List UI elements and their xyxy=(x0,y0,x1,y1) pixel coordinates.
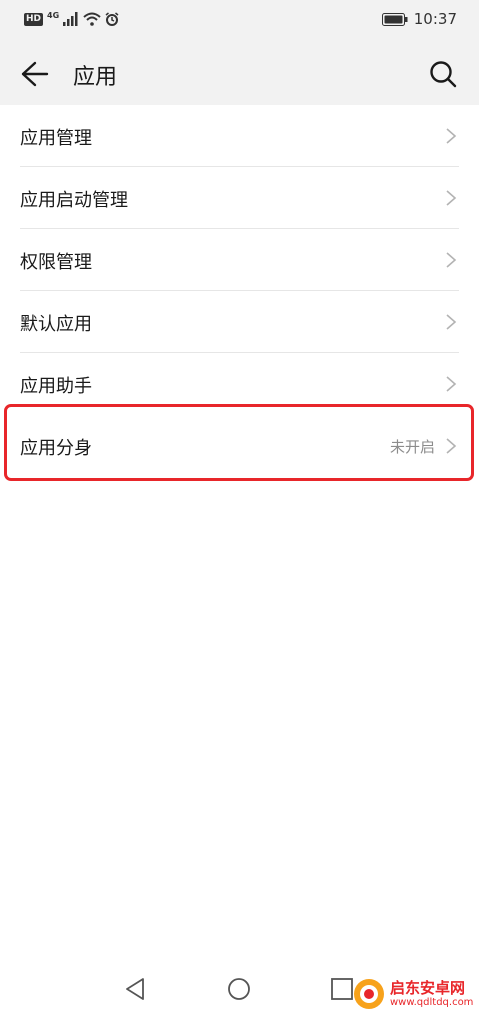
nav-back-button[interactable] xyxy=(121,974,151,1004)
app-bar: 应用 xyxy=(0,42,479,105)
chevron-right-icon xyxy=(446,438,457,454)
list-item-app-management[interactable]: 应用管理 xyxy=(0,105,479,167)
watermark-url: www.qdltdq.com xyxy=(390,996,474,1008)
list-item-label: 应用启动管理 xyxy=(20,190,128,211)
list-item-default-apps[interactable]: 默认应用 xyxy=(0,291,479,353)
chevron-right-icon xyxy=(446,252,457,268)
search-icon xyxy=(430,61,457,88)
watermark-logo-icon xyxy=(354,979,384,1009)
triangle-back-icon xyxy=(126,978,144,1000)
network-type: 4G xyxy=(47,10,60,20)
signal-icon xyxy=(63,12,78,26)
chevron-right-icon xyxy=(446,128,457,144)
back-button[interactable] xyxy=(14,56,54,92)
status-bar-right: 10:37 xyxy=(381,10,457,28)
status-bar-left: HD 4G xyxy=(24,10,119,26)
list-item-label: 应用管理 xyxy=(20,128,92,149)
nav-home-button[interactable] xyxy=(224,974,254,1004)
wifi-icon xyxy=(83,12,101,26)
list-item-label: 应用助手 xyxy=(20,376,92,397)
battery-icon xyxy=(381,12,408,26)
circle-home-icon xyxy=(228,978,250,1000)
back-arrow-icon xyxy=(21,61,49,87)
chevron-right-icon xyxy=(446,376,457,392)
chevron-right-icon xyxy=(446,314,457,330)
list-item-label: 权限管理 xyxy=(20,252,92,273)
list-item-label: 应用分身 xyxy=(20,438,92,459)
list-item-label: 默认应用 xyxy=(20,314,92,335)
settings-list: 应用管理 应用启动管理 权限管理 默认应用 应用助手 应用分身 未开启 xyxy=(0,105,479,477)
list-item-app-assistant[interactable]: 应用助手 xyxy=(0,353,479,415)
watermark: 启东安卓网 www.qdltdq.com xyxy=(352,972,479,1016)
watermark-text: 启东安卓网 www.qdltdq.com xyxy=(390,980,473,1008)
list-item-app-twin[interactable]: 应用分身 未开启 xyxy=(0,415,479,477)
page-title: 应用 xyxy=(73,65,118,90)
list-item-startup-management[interactable]: 应用启动管理 xyxy=(0,167,479,229)
chevron-right-icon xyxy=(446,190,457,206)
watermark-title: 启东安卓网 xyxy=(390,979,466,998)
clock: 10:37 xyxy=(413,10,457,28)
search-button[interactable] xyxy=(425,56,461,92)
status-bar: HD 4G 10:37 xyxy=(0,0,479,42)
list-item-permission-management[interactable]: 权限管理 xyxy=(0,229,479,291)
list-item-status: 未开启 xyxy=(389,438,435,456)
alarm-icon xyxy=(105,12,119,26)
hd-badge: HD xyxy=(24,12,44,26)
